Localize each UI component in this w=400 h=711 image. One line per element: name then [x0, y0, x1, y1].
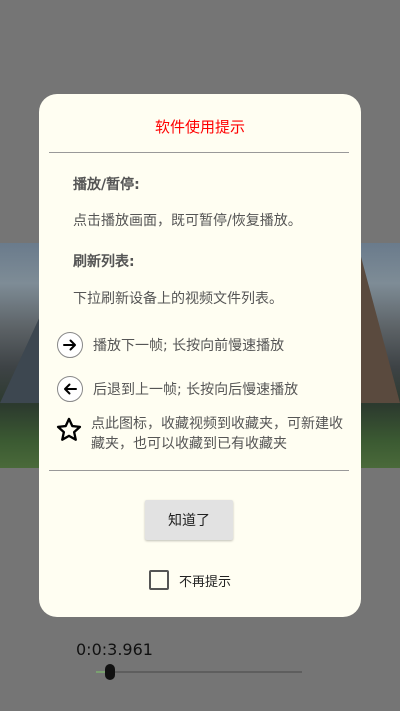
dont-show-again-label: 不再提示: [179, 574, 232, 590]
star-icon: [55, 416, 83, 448]
seek-bar[interactable]: [96, 664, 302, 680]
seek-thumb[interactable]: [105, 664, 116, 680]
tip-prev-frame-text: 后退到上一帧; 长按向后慢速播放: [93, 382, 299, 398]
tip-next-frame: 播放下一帧; 长按向前慢速播放: [57, 332, 284, 358]
section-heading-refresh: 刷新列表:: [73, 254, 135, 270]
section-body-refresh: 下拉刷新设备上的视频文件列表。: [73, 291, 283, 307]
section-body-play-pause: 点击播放画面，既可暂停/恢复播放。: [73, 213, 302, 229]
tip-next-frame-text: 播放下一帧; 长按向前慢速播放: [93, 338, 285, 354]
tip-favorite-text: 点此图标，收藏视频到收藏夹，可新建收藏夹，也可以收藏到已有收藏夹: [91, 416, 343, 452]
divider: [49, 470, 349, 471]
section-heading-play-pause: 播放/暂停:: [73, 177, 140, 193]
divider: [49, 152, 349, 153]
usage-tips-dialog: 软件使用提示 播放/暂停: 点击播放画面，既可暂停/恢复播放。 刷新列表: 下拉…: [39, 94, 361, 617]
dont-show-again-option[interactable]: 不再提示: [149, 570, 231, 590]
arrow-left-icon: [57, 376, 83, 402]
got-it-button[interactable]: 知道了: [145, 500, 233, 540]
playback-time: 0:0:3.961: [76, 640, 153, 659]
tip-prev-frame: 后退到上一帧; 长按向后慢速播放: [57, 376, 298, 402]
arrow-right-icon: [57, 332, 83, 358]
dialog-title: 软件使用提示: [154, 118, 245, 136]
dont-show-again-checkbox[interactable]: [149, 570, 169, 590]
